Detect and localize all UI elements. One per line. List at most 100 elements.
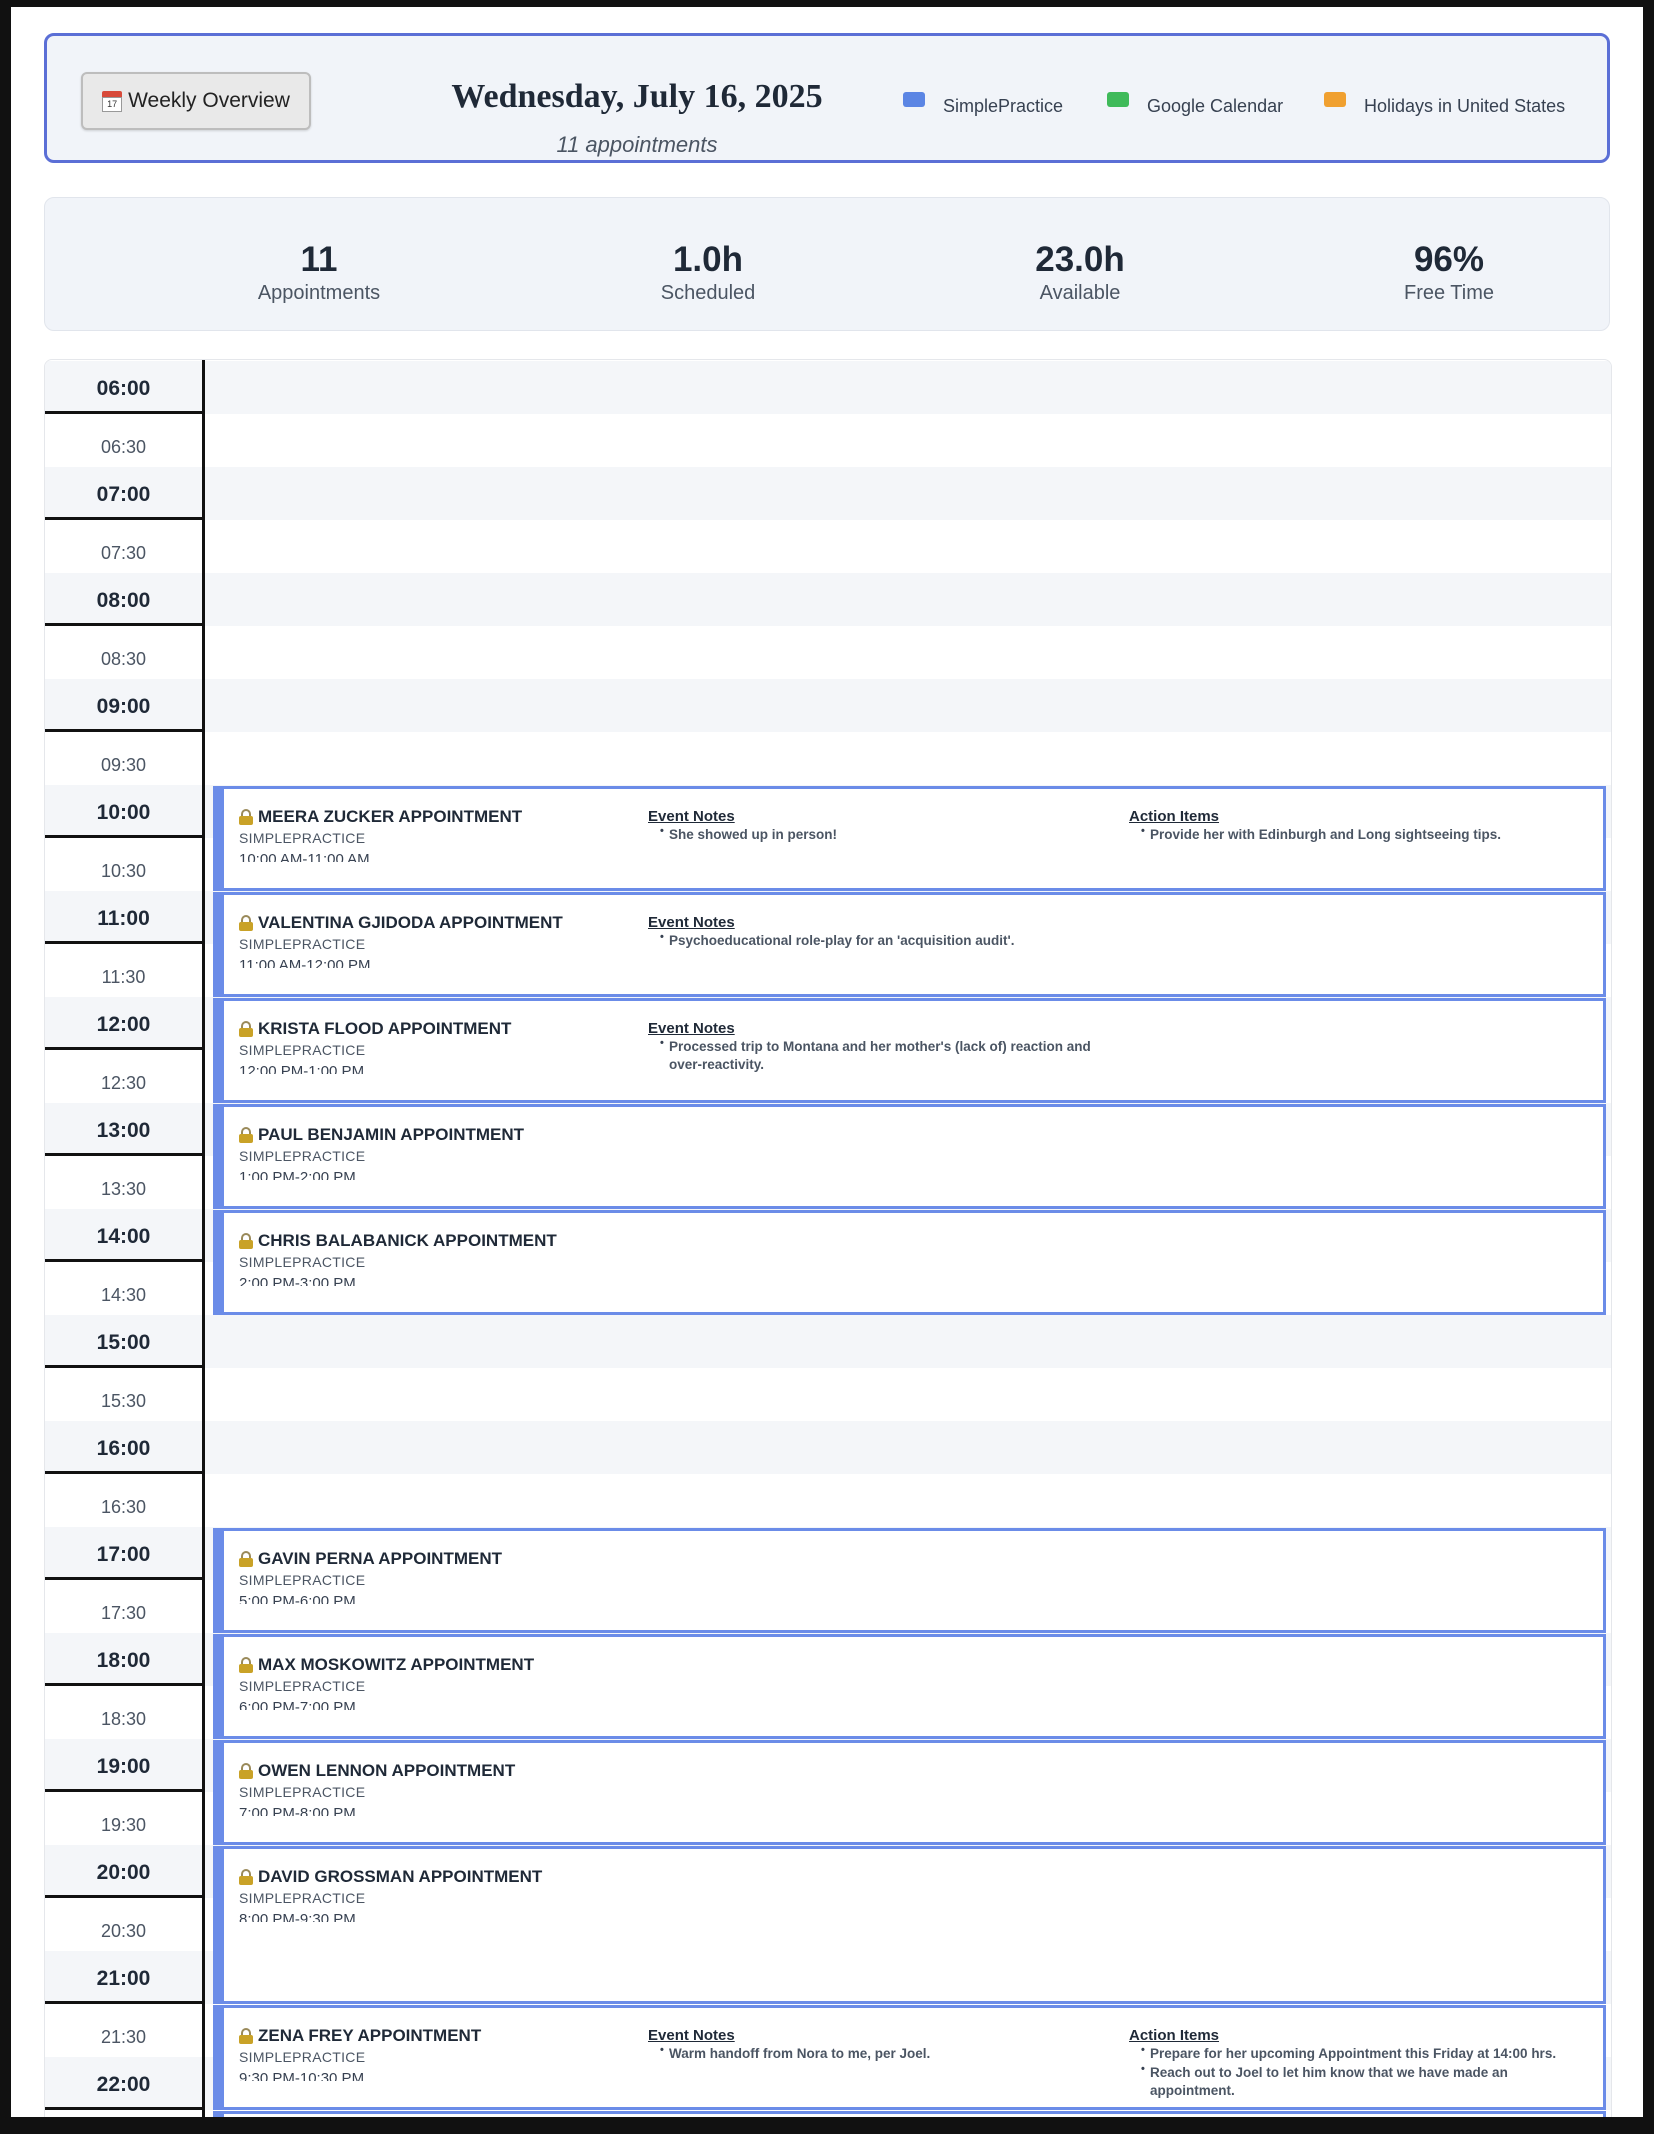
time-slot-label: 06:00	[45, 361, 202, 414]
legend-label: Google Calendar	[1147, 96, 1284, 116]
appointment-card[interactable]: CHRIS BALABANICK APPOINTMENT SIMPLEPRACTI…	[213, 1210, 1606, 1315]
appointment-time: 6:00 PM-7:00 PM	[239, 1699, 356, 1710]
time-slot-label: 07:00	[45, 467, 202, 520]
appointment-title-text: DAVID GROSSMAN APPOINTMENT	[258, 1867, 543, 1886]
time-slot-row[interactable]: 16:00	[45, 1421, 1611, 1474]
appointment-info: OWEN LENNON APPOINTMENT SIMPLEPRACTICE 7:0…	[239, 1761, 639, 1816]
time-slot-label: 09:00	[45, 679, 202, 732]
lock-icon	[239, 809, 253, 825]
appointment-title: CHRIS BALABANICK APPOINTMENT	[239, 1231, 639, 1251]
time-slot-label: 10:00	[45, 785, 202, 838]
appointment-card[interactable]: OWEN LENNON APPOINTMENT SIMPLEPRACTICE 7:0…	[213, 1740, 1606, 1845]
appointment-title: KRISTA FLOOD APPOINTMENT	[239, 1019, 639, 1039]
appointment-card[interactable]: MAX MOSKOWITZ APPOINTMENT SIMPLEPRACTICE 6…	[213, 1634, 1606, 1739]
appointment-title: VALENTINA GJIDODA APPOINTMENT	[239, 913, 639, 933]
appointment-time: 7:00 PM-8:00 PM	[239, 1805, 356, 1816]
action-items-section: Action ItemsPrepare for her upcoming App…	[1129, 2027, 1589, 2100]
time-slot-row[interactable]: 15:30	[45, 1368, 1611, 1421]
appointment-card[interactable]: PAUL BENJAMIN APPOINTMENT SIMPLEPRACTICE 1…	[213, 1104, 1606, 1209]
action-item: Prepare for her upcoming Appointment thi…	[1129, 2041, 1589, 2063]
time-slot-row[interactable]: 07:30	[45, 520, 1611, 573]
appointment-title: ZENA FREY APPOINTMENT	[239, 2026, 639, 2046]
appointment-source: SIMPLEPRACTICE	[239, 830, 366, 846]
time-slot-label: 20:00	[45, 1845, 202, 1898]
time-slot-label: 18:00	[45, 1633, 202, 1686]
time-slot-label: 15:30	[100, 1391, 147, 1411]
appointment-card[interactable]: KRISTA FLOOD APPOINTMENT SIMPLEPRACTICE 12…	[213, 998, 1606, 1103]
appointment-count: 11 appointments	[556, 132, 718, 157]
time-slot-label: 16:00	[45, 1421, 202, 1474]
time-slot-label: 12:30	[100, 1073, 147, 1093]
time-slot-label: 06:30	[100, 437, 147, 457]
appointment-info: PAUL BENJAMIN APPOINTMENT SIMPLEPRACTICE 1…	[239, 1125, 639, 1180]
weekly-overview-button[interactable]: 17 Weekly Overview	[81, 72, 311, 130]
time-slot-row[interactable]: 06:30	[45, 414, 1611, 467]
event-note-item: She showed up in person!	[648, 822, 1118, 844]
stat-free-time: 96% Free Time	[1319, 240, 1579, 305]
event-notes-heading: Event Notes	[648, 914, 735, 931]
appointment-source: SIMPLEPRACTICE	[239, 1042, 366, 1058]
stat-available: 23.0h Available	[950, 240, 1210, 305]
stats-panel: 11 Appointments 1.0h Scheduled 23.0h Ava…	[44, 197, 1610, 331]
time-slot-label: 17:30	[100, 1603, 147, 1623]
time-slot-label: 08:00	[45, 573, 202, 626]
time-slot-label: 09:30	[100, 755, 147, 775]
header-bar: 17 Weekly Overview Wednesday, July 16, 2…	[44, 33, 1610, 163]
appointment-title-text: CHRIS BALABANICK APPOINTMENT	[258, 1231, 557, 1250]
appointment-card[interactable]: DAVID GROSSMAN APPOINTMENT SIMPLEPRACTICE…	[213, 1846, 1606, 2004]
time-slot-row[interactable]: 15:00	[45, 1315, 1611, 1368]
legend-item-holidays[interactable]: Holidays in United States	[1324, 92, 1566, 117]
time-slot-label: 11:00	[45, 891, 202, 944]
appointment-info: GAVIN PERNA APPOINTMENT SIMPLEPRACTICE 5:0…	[239, 1549, 639, 1604]
stat-label: Scheduled	[660, 282, 756, 304]
appointment-source: SIMPLEPRACTICE	[239, 1784, 366, 1800]
event-note-item: Warm handoff from Nora to me, per Joel.	[648, 2041, 1118, 2063]
time-slot-row[interactable]: 09:00	[45, 679, 1611, 732]
action-items-heading: Action Items	[1129, 808, 1220, 825]
appointment-title: DAVID GROSSMAN APPOINTMENT	[239, 1867, 639, 1887]
time-slot-row[interactable]: 06:00	[45, 361, 1611, 414]
appointment-source: SIMPLEPRACTICE	[239, 1890, 366, 1906]
time-slot-label: 12:00	[45, 997, 202, 1050]
time-slot-row[interactable]: 08:30	[45, 626, 1611, 679]
time-slot-label: 19:30	[100, 1815, 147, 1835]
time-slot-row[interactable]: 07:00	[45, 467, 1611, 520]
stat-label: Available	[1039, 282, 1121, 304]
appointment-card[interactable]: MEERA ZUCKER APPOINTMENT SIMPLEPRACTICE 10…	[213, 786, 1606, 891]
appointment-title-text: OWEN LENNON APPOINTMENT	[258, 1761, 516, 1780]
page-title: Wednesday, July 16, 2025	[451, 78, 823, 115]
time-slot-label: 22:00	[45, 2057, 202, 2110]
stat-value: 23.0h	[1035, 240, 1125, 279]
appointment-info: KRISTA FLOOD APPOINTMENT SIMPLEPRACTICE 12…	[239, 1019, 639, 1074]
time-slot-label: 11:30	[101, 967, 146, 987]
stat-value: 11	[300, 240, 338, 279]
action-items-heading: Action Items	[1129, 2027, 1220, 2044]
legend-item-google-calendar[interactable]: Google Calendar	[1107, 92, 1284, 117]
appointment-title-text: PAUL BENJAMIN APPOINTMENT	[258, 1125, 525, 1144]
time-slot-label: 13:30	[100, 1179, 147, 1199]
stat-value: 1.0h	[672, 240, 744, 279]
time-slot-row[interactable]: 08:00	[45, 573, 1611, 626]
time-slot-label: 14:00	[45, 1209, 202, 1262]
appointment-title: OWEN LENNON APPOINTMENT	[239, 1761, 639, 1781]
time-slot-row[interactable]: 09:30	[45, 732, 1611, 785]
lock-icon	[239, 1127, 253, 1143]
time-slot-label: 19:00	[45, 1739, 202, 1792]
event-notes-section: Event NotesProcessed trip to Montana and…	[648, 1020, 1118, 1074]
event-notes-section: Event NotesShe showed up in person!	[648, 808, 1118, 844]
legend-item-simplepractice[interactable]: SimplePractice	[903, 92, 1063, 117]
legend-label: Holidays in United States	[1364, 96, 1566, 116]
appointment-card[interactable]: GAVIN PERNA APPOINTMENT SIMPLEPRACTICE 5:0…	[213, 1528, 1606, 1633]
event-notes-section: Event NotesWarm handoff from Nora to me,…	[648, 2027, 1118, 2063]
legend-swatch-holidays	[1324, 92, 1346, 107]
appointment-card[interactable]: VALENTINA GJIDODA APPOINTMENT SIMPLEPRACT…	[213, 892, 1606, 997]
appointment-card[interactable]: ZENA FREY APPOINTMENT SIMPLEPRACTICE 9:30 …	[213, 2005, 1606, 2110]
appointment-card[interactable]	[213, 2111, 1606, 2117]
appointment-source: SIMPLEPRACTICE	[239, 1678, 366, 1694]
appointment-time: 11:00 AM-12:00 PM	[239, 957, 371, 968]
event-notes-list: Processed trip to Montana and her mother…	[648, 1034, 1118, 1074]
event-note-item: Processed trip to Montana and her mother…	[648, 1034, 1118, 1074]
time-slot-row[interactable]: 16:30	[45, 1474, 1611, 1527]
time-slot-label: 21:30	[100, 2027, 147, 2047]
time-slot-label: 08:30	[100, 649, 147, 669]
